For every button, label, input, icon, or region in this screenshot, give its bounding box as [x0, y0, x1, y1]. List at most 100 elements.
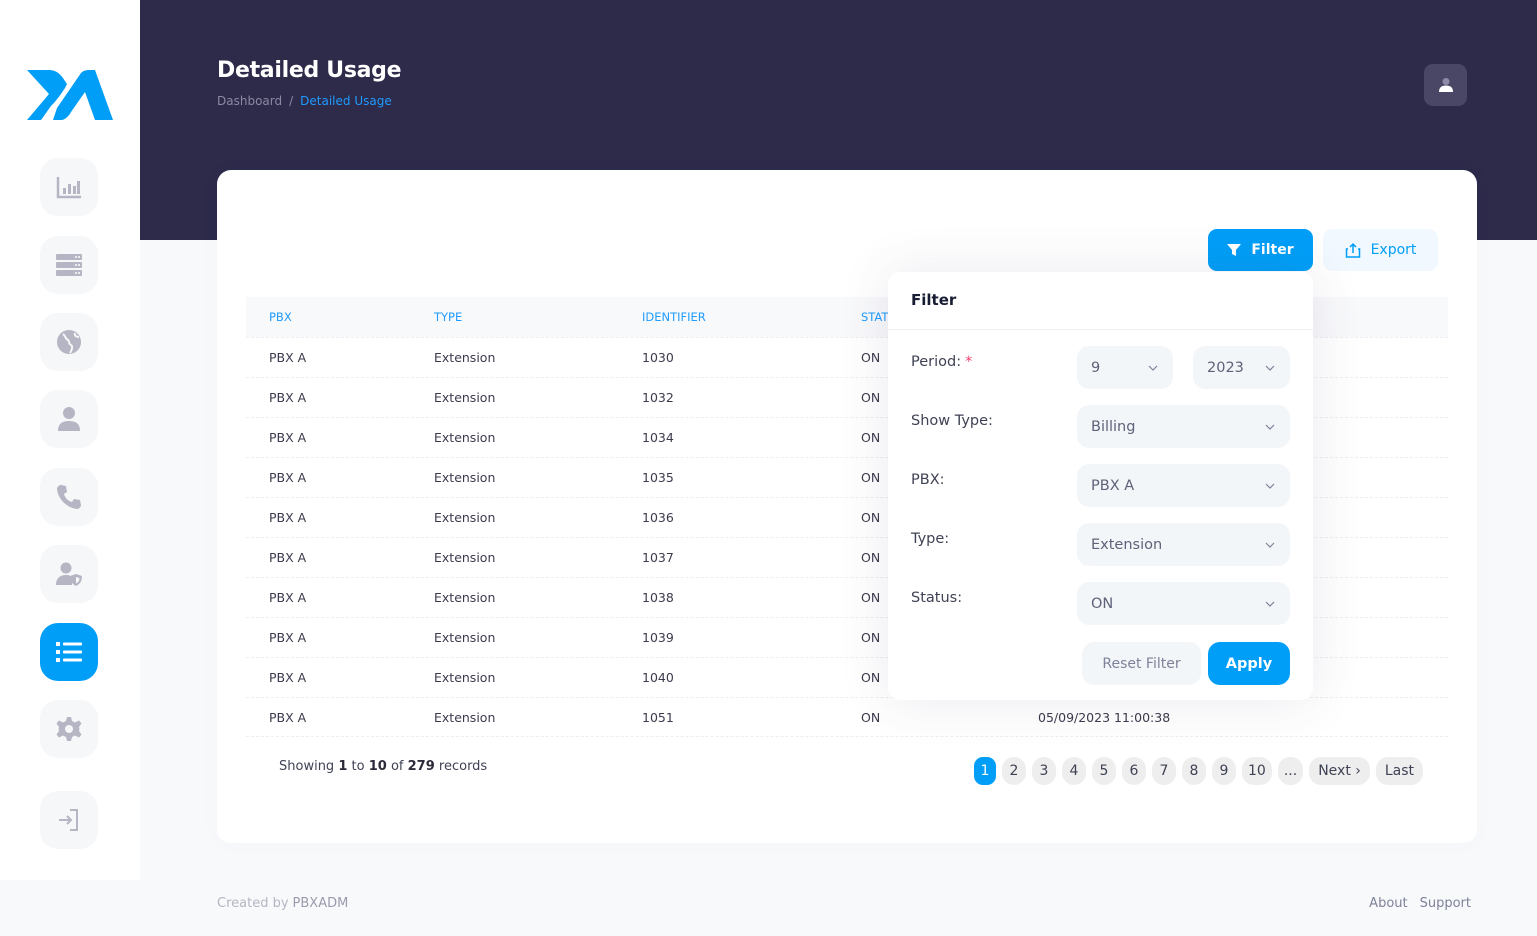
chevron-down-icon	[1265, 424, 1275, 430]
cell-pbx: PBX A	[269, 350, 307, 365]
sidebar-item-servers[interactable]	[40, 236, 98, 294]
user-shield-icon	[56, 562, 82, 586]
sidebar-item-calls[interactable]	[40, 468, 98, 526]
status-select[interactable]: ON	[1077, 582, 1290, 625]
sidebar-item-network[interactable]	[40, 313, 98, 371]
export-icon	[1345, 242, 1360, 258]
logo-icon[interactable]	[27, 70, 113, 120]
breadcrumb: Dashboard / Detailed Usage	[217, 94, 392, 108]
cell-type: Extension	[434, 350, 496, 365]
sidebar-item-settings[interactable]	[40, 700, 98, 758]
period-month-value: 9	[1091, 359, 1101, 376]
filter-icon	[1227, 244, 1242, 256]
cell-type: Extension	[434, 470, 496, 485]
page-button-5[interactable]: 5	[1092, 757, 1116, 785]
page-button-7[interactable]: 7	[1152, 757, 1176, 785]
footer-link-support[interactable]: Support	[1420, 896, 1471, 911]
show-type-value: Billing	[1091, 418, 1136, 435]
pbx-select[interactable]: PBX A	[1077, 464, 1290, 507]
filter-popup-title: Filter	[911, 291, 957, 309]
table-row[interactable]: PBX A Extension 1051 ON 05/09/2023 11:00:38	[246, 697, 1448, 737]
type-value: Extension	[1091, 536, 1163, 553]
records-of-word: of	[390, 759, 404, 774]
chevron-down-icon	[1265, 542, 1275, 548]
footer-brand-link[interactable]: PBXADM	[293, 896, 349, 911]
phone-icon	[57, 485, 81, 509]
page-ellipsis: ...	[1277, 757, 1304, 785]
sidebar-item-admins[interactable]	[40, 545, 98, 603]
cell-type: Extension	[434, 430, 496, 445]
page-button-3[interactable]: 3	[1032, 757, 1056, 785]
breadcrumb-dashboard[interactable]: Dashboard	[217, 94, 282, 108]
cell-status: ON	[861, 590, 881, 605]
required-mark: *	[965, 354, 973, 370]
list-icon	[56, 642, 82, 662]
type-label: Type:	[911, 531, 950, 547]
export-button[interactable]: Export	[1323, 229, 1438, 271]
cell-pbx: PBX A	[269, 630, 307, 645]
show-type-select[interactable]: Billing	[1077, 405, 1290, 448]
cell-pbx: PBX A	[269, 590, 307, 605]
footer-link-about[interactable]: About	[1369, 896, 1407, 911]
cell-pbx: PBX A	[269, 470, 307, 485]
page-button-10[interactable]: 10	[1242, 757, 1272, 785]
user-icon	[1438, 78, 1453, 92]
cell-type: Extension	[434, 670, 496, 685]
page-button-2[interactable]: 2	[1002, 757, 1026, 785]
cell-pbx: PBX A	[269, 510, 307, 525]
next-page-button[interactable]: Next ›	[1309, 757, 1370, 785]
footer-links: About Support	[1369, 896, 1471, 911]
cell-status: ON	[861, 550, 881, 565]
sidebar	[0, 0, 140, 880]
cell-pbx: PBX A	[269, 550, 307, 565]
column-header-pbx[interactable]: PBX	[269, 310, 292, 324]
page-button-1[interactable]: 1	[974, 757, 996, 785]
breadcrumb-current: Detailed Usage	[300, 94, 392, 108]
page-button-4[interactable]: 4	[1062, 757, 1086, 785]
records-summary: Showing 1 to 10 of 279 records	[279, 759, 487, 774]
filter-button[interactable]: Filter	[1208, 229, 1313, 271]
apply-filter-button[interactable]: Apply	[1208, 642, 1290, 685]
breadcrumb-separator: /	[289, 94, 294, 108]
page-button-9[interactable]: 9	[1212, 757, 1236, 785]
cell-status: ON	[861, 430, 881, 445]
sign-in-icon	[59, 809, 78, 831]
cell-status: ON	[861, 470, 881, 485]
user-menu-button[interactable]	[1424, 64, 1467, 106]
sidebar-item-dashboard[interactable]	[40, 158, 98, 216]
cell-type: Extension	[434, 590, 496, 605]
cell-status: ON	[861, 670, 881, 685]
chevron-down-icon	[1265, 601, 1275, 607]
chevron-down-icon	[1148, 365, 1158, 371]
reset-filter-button[interactable]: Reset Filter	[1082, 642, 1201, 685]
type-select[interactable]: Extension	[1077, 523, 1290, 566]
page-button-8[interactable]: 8	[1182, 757, 1206, 785]
footer-created-by: Created by	[217, 896, 289, 911]
sidebar-item-users[interactable]	[40, 390, 98, 448]
period-year-value: 2023	[1207, 359, 1244, 376]
gear-icon	[56, 717, 82, 741]
cell-status: ON	[861, 710, 881, 725]
server-icon	[56, 254, 82, 276]
column-header-status[interactable]: STAT	[861, 310, 888, 324]
footer-credit: Created by PBXADM	[217, 896, 348, 911]
records-total: 279	[407, 759, 435, 774]
page-button-6[interactable]: 6	[1122, 757, 1146, 785]
records-to-word: to	[351, 759, 365, 774]
records-prefix: Showing	[279, 759, 335, 774]
cell-type: Extension	[434, 710, 496, 725]
sidebar-item-logout[interactable]	[40, 791, 98, 849]
cell-type: Extension	[434, 550, 496, 565]
period-year-select[interactable]: 2023	[1193, 346, 1290, 389]
status-label: Status:	[911, 590, 963, 606]
sidebar-item-detailed-usage[interactable]	[40, 623, 98, 681]
chevron-down-icon	[1265, 483, 1275, 489]
period-month-select[interactable]: 9	[1077, 346, 1173, 389]
last-page-button[interactable]: Last	[1375, 757, 1424, 785]
records-from: 1	[338, 759, 348, 774]
column-header-type[interactable]: TYPE	[434, 310, 462, 324]
column-header-identifier[interactable]: IDENTIFIER	[642, 310, 706, 324]
chart-bar-icon	[56, 177, 81, 199]
chevron-down-icon	[1265, 365, 1275, 371]
period-label: Period: *	[911, 354, 972, 370]
